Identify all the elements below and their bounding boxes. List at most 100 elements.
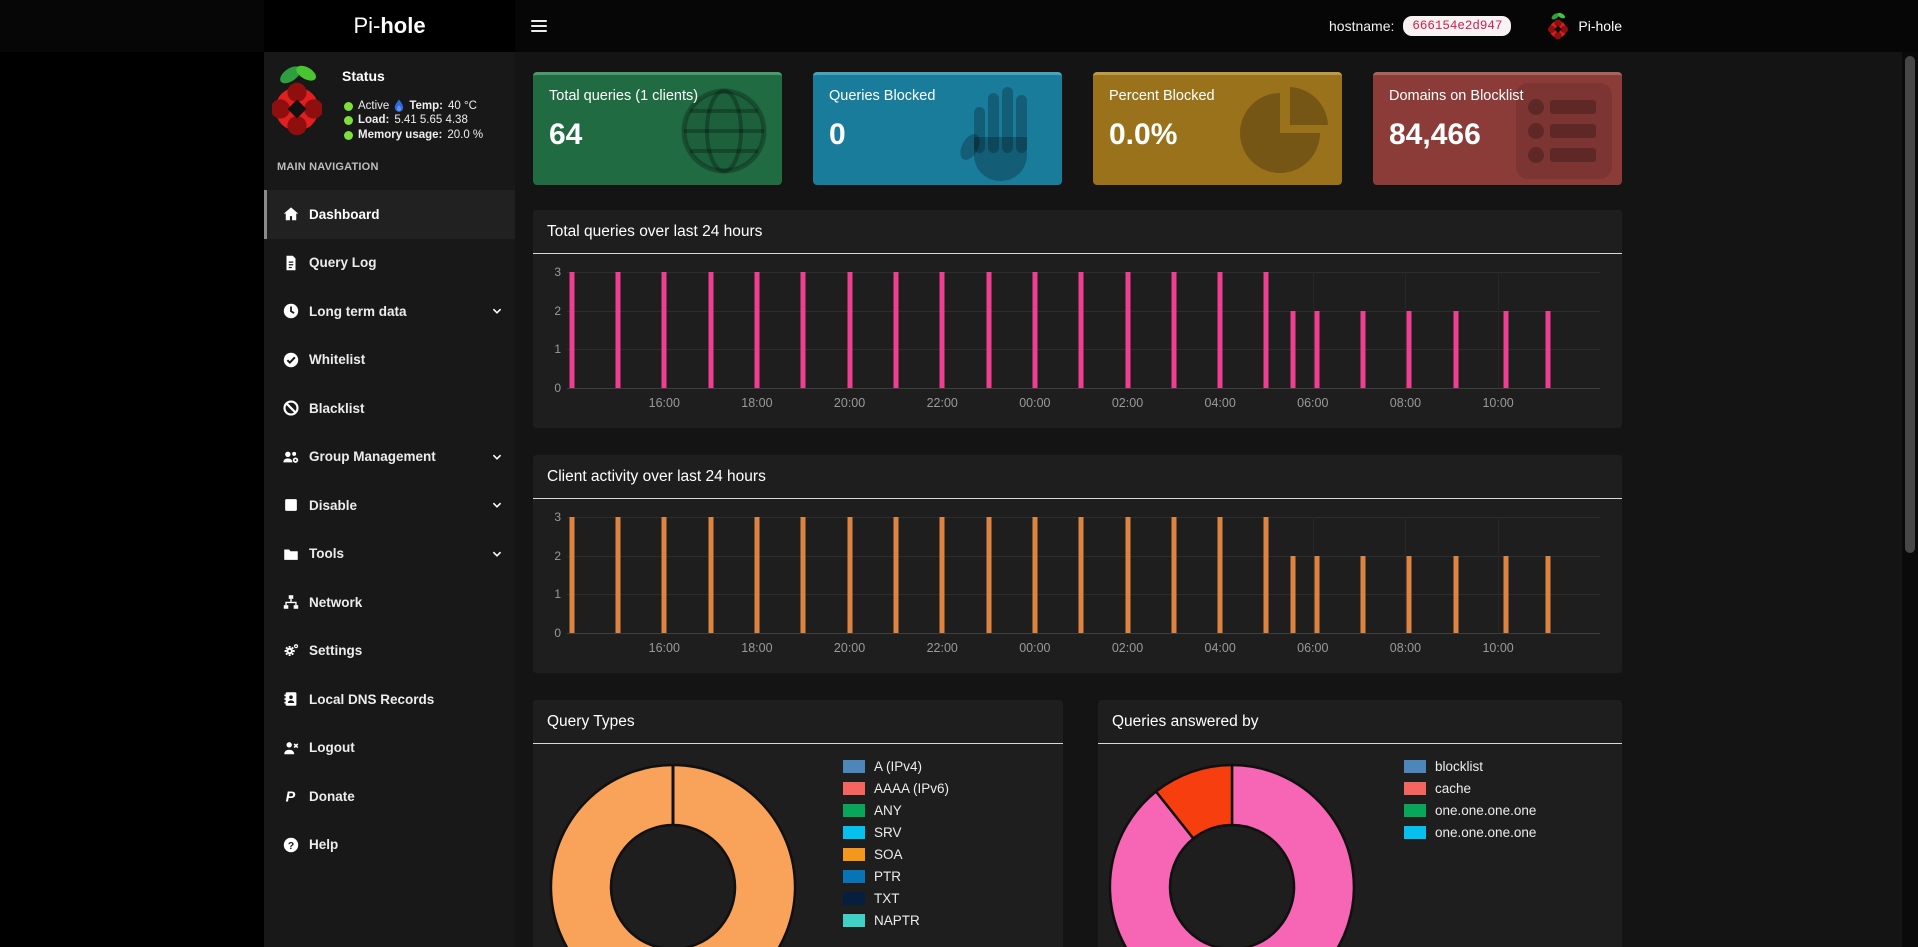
temperature-flame-icon xyxy=(394,99,404,113)
hamburger-menu-icon[interactable] xyxy=(531,17,549,35)
bar[interactable] xyxy=(1291,311,1296,388)
bar[interactable] xyxy=(1171,517,1176,633)
sidebar-item-donate[interactable]: P Donate xyxy=(264,772,515,821)
bar[interactable] xyxy=(847,517,852,633)
bar[interactable] xyxy=(893,517,898,633)
sidebar-item-query-log[interactable]: Query Log xyxy=(264,239,515,288)
bar[interactable] xyxy=(893,272,898,388)
file-icon xyxy=(282,254,300,272)
gridline xyxy=(567,388,1600,389)
legend-label: ANY xyxy=(874,803,902,818)
bar[interactable] xyxy=(1264,272,1269,388)
sidebar-item-settings[interactable]: Settings xyxy=(264,627,515,676)
bar[interactable] xyxy=(1125,272,1130,388)
legend-item[interactable]: ANY xyxy=(843,802,949,819)
bar[interactable] xyxy=(1218,272,1223,388)
bar[interactable] xyxy=(1503,556,1508,633)
total-queries-chart-box: Total queries over last 24 hours 012316:… xyxy=(533,210,1622,428)
legend-label: AAAA (IPv6) xyxy=(874,781,949,796)
legend-swatch xyxy=(1404,804,1426,817)
sidebar-item-group-management[interactable]: Group Management xyxy=(264,433,515,482)
sidebar-item-disable[interactable]: Disable xyxy=(264,481,515,530)
scrollbar-track[interactable] xyxy=(1902,52,1918,947)
bar[interactable] xyxy=(1314,311,1319,388)
bar[interactable] xyxy=(1264,517,1269,633)
sidebar-item-dashboard[interactable]: Dashboard xyxy=(264,190,515,239)
sidebar-item-label: Disable xyxy=(309,498,357,513)
sidebar-item-blacklist[interactable]: Blacklist xyxy=(264,384,515,433)
card-label: Total queries (1 clients) xyxy=(549,88,766,104)
sidebar-item-long-term-data[interactable]: Long term data xyxy=(264,287,515,336)
square-icon xyxy=(282,496,300,514)
legend-item[interactable]: one.one.one.one xyxy=(1404,802,1536,819)
x-axis-tick: 04:00 xyxy=(1205,641,1236,655)
legend-item[interactable]: NAPTR xyxy=(843,912,949,929)
bar[interactable] xyxy=(1453,311,1458,388)
total-queries-bar-chart[interactable]: 012316:0018:0020:0022:0000:0002:0004:000… xyxy=(567,272,1600,388)
bar[interactable] xyxy=(940,272,945,388)
bar[interactable] xyxy=(615,517,620,633)
bar[interactable] xyxy=(1546,556,1551,633)
scrollbar-thumb[interactable] xyxy=(1905,56,1915,553)
y-axis-tick: 1 xyxy=(539,342,561,356)
bar[interactable] xyxy=(1314,556,1319,633)
bar[interactable] xyxy=(615,272,620,388)
bar[interactable] xyxy=(940,517,945,633)
sidebar-item-help[interactable]: ? Help xyxy=(264,821,515,870)
bar[interactable] xyxy=(1079,517,1084,633)
legend-item[interactable]: SOA xyxy=(843,846,949,863)
bar[interactable] xyxy=(1453,556,1458,633)
legend-item[interactable]: A (IPv4) xyxy=(843,758,949,775)
sidebar-item-logout[interactable]: Logout xyxy=(264,724,515,773)
bar[interactable] xyxy=(1291,556,1296,633)
bar[interactable] xyxy=(1407,311,1412,388)
bar[interactable] xyxy=(708,517,713,633)
legend-item[interactable]: SRV xyxy=(843,824,949,841)
sidebar-item-whitelist[interactable]: Whitelist xyxy=(264,336,515,385)
bar[interactable] xyxy=(1407,556,1412,633)
bar[interactable] xyxy=(1546,311,1551,388)
svg-text:P: P xyxy=(286,790,296,806)
bar[interactable] xyxy=(1032,272,1037,388)
bar[interactable] xyxy=(801,517,806,633)
legend-item[interactable]: TXT xyxy=(843,890,949,907)
bar[interactable] xyxy=(662,517,667,633)
legend-item[interactable]: blocklist xyxy=(1404,758,1536,775)
bar[interactable] xyxy=(801,272,806,388)
bar[interactable] xyxy=(1503,311,1508,388)
client-activity-bar-chart[interactable]: 012316:0018:0020:0022:0000:0002:0004:000… xyxy=(567,517,1600,633)
bar[interactable] xyxy=(1079,272,1084,388)
legend-item[interactable]: cache xyxy=(1404,780,1536,797)
donut[interactable] xyxy=(548,762,798,947)
sidebar-nav-list: Dashboard Query Log Long term data xyxy=(264,190,515,869)
bar[interactable] xyxy=(1125,517,1130,633)
donut[interactable] xyxy=(1107,762,1357,947)
bar[interactable] xyxy=(569,272,574,388)
bar[interactable] xyxy=(1360,556,1365,633)
bar[interactable] xyxy=(1171,272,1176,388)
sidebar-item-local-dns-records[interactable]: Local DNS Records xyxy=(264,675,515,724)
y-axis-tick: 2 xyxy=(539,304,561,318)
bar[interactable] xyxy=(708,272,713,388)
bar[interactable] xyxy=(847,272,852,388)
bar[interactable] xyxy=(1360,311,1365,388)
sidebar-item-network[interactable]: Network xyxy=(264,578,515,627)
bar[interactable] xyxy=(754,517,759,633)
bar[interactable] xyxy=(569,517,574,633)
bar[interactable] xyxy=(662,272,667,388)
legend-item[interactable]: AAAA (IPv6) xyxy=(843,780,949,797)
card-label: Percent Blocked xyxy=(1109,88,1326,104)
x-axis-tick: 08:00 xyxy=(1390,641,1421,655)
bar[interactable] xyxy=(1218,517,1223,633)
legend-label: one.one.one.one xyxy=(1435,803,1536,818)
bar[interactable] xyxy=(986,272,991,388)
folder-icon xyxy=(282,545,300,563)
bar[interactable] xyxy=(754,272,759,388)
brand-logo-link[interactable]: Pi-hole xyxy=(264,0,515,52)
legend-item[interactable]: one.one.one.one xyxy=(1404,824,1536,841)
bar[interactable] xyxy=(1032,517,1037,633)
sidebar-item-tools[interactable]: Tools xyxy=(264,530,515,579)
address-book-icon xyxy=(282,690,300,708)
legend-item[interactable]: PTR xyxy=(843,868,949,885)
bar[interactable] xyxy=(986,517,991,633)
